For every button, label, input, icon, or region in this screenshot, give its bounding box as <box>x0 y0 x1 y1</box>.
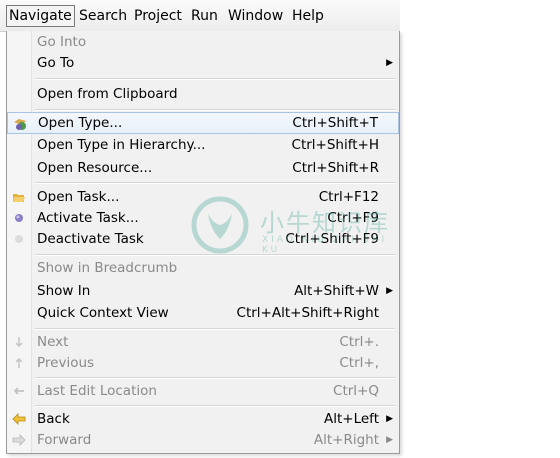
forward-arrow-icon <box>12 433 26 447</box>
open-type-hierarchy-label: Open Type in Hierarchy... <box>37 137 206 153</box>
open-type-hierarchy-shortcut: Ctrl+Shift+H <box>291 137 379 153</box>
submenu-arrow-icon: ▶ <box>386 286 393 296</box>
submenu-arrow-icon: ▶ <box>386 435 393 445</box>
open-type-shortcut: Ctrl+Shift+T <box>292 115 378 131</box>
quick-context-view-label: Quick Context View <box>37 305 169 321</box>
back-shortcut: Alt+Left <box>324 411 379 427</box>
menu-separator <box>35 405 395 407</box>
menu-item-open-resource[interactable]: Open Resource... Ctrl+Shift+R <box>7 157 399 179</box>
show-in-label: Show In <box>37 283 91 299</box>
go-into-label: Go Into <box>37 34 87 50</box>
go-to-label: Go To <box>37 55 75 71</box>
menu-item-go-into[interactable]: Go Into <box>7 31 399 53</box>
watermark-logo: 小牛知识库 XIAO NIU ZHI SHI KU <box>190 195 390 265</box>
menu-separator <box>35 182 395 184</box>
next-shortcut: Ctrl+. <box>339 334 379 350</box>
last-edit-location-label: Last Edit Location <box>37 383 157 399</box>
open-task-label: Open Task... <box>37 189 120 205</box>
menu-window[interactable]: Window <box>226 6 285 26</box>
back-label: Back <box>37 411 70 427</box>
forward-label: Forward <box>37 432 92 448</box>
deactivate-task-label: Deactivate Task <box>37 231 144 247</box>
previous-annotation-icon <box>12 356 26 370</box>
activate-task-label: Activate Task... <box>37 210 139 226</box>
menu-separator <box>35 328 395 330</box>
open-resource-shortcut: Ctrl+Shift+R <box>292 160 379 176</box>
next-label: Next <box>37 334 69 350</box>
menu-item-back[interactable]: Back Alt+Left ▶ <box>7 408 399 430</box>
menu-navigate[interactable]: Navigate <box>6 5 75 27</box>
previous-shortcut: Ctrl+, <box>339 355 379 371</box>
show-in-shortcut: Alt+Shift+W <box>294 283 379 299</box>
menu-item-previous[interactable]: Previous Ctrl+, <box>7 352 399 374</box>
last-edit-location-icon <box>12 384 26 398</box>
quick-context-view-shortcut: Ctrl+Alt+Shift+Right <box>236 305 379 321</box>
menu-item-show-in[interactable]: Show In Alt+Shift+W ▶ <box>7 280 399 302</box>
menu-item-last-edit-location[interactable]: Last Edit Location Ctrl+Q <box>7 380 399 402</box>
menu-item-open-from-clipboard[interactable]: Open from Clipboard <box>7 83 399 105</box>
forward-shortcut: Alt+Right <box>313 432 379 448</box>
menu-separator <box>35 109 395 111</box>
menu-separator <box>35 78 395 80</box>
task-circle-icon <box>12 211 26 225</box>
back-arrow-icon <box>12 412 26 426</box>
bull-head-icon <box>191 196 249 254</box>
menu-bar: Navigate Search Project Run Window Help <box>0 0 400 32</box>
menu-search[interactable]: Search <box>77 6 129 26</box>
menu-item-next[interactable]: Next Ctrl+. <box>7 331 399 353</box>
last-edit-location-shortcut: Ctrl+Q <box>333 383 379 399</box>
menu-item-go-to[interactable]: Go To ▶ <box>7 52 399 74</box>
menu-project[interactable]: Project <box>132 6 184 26</box>
menu-help[interactable]: Help <box>290 6 326 26</box>
task-circle-faded-icon <box>12 232 26 246</box>
open-type-icon <box>13 117 27 131</box>
menu-item-open-type-hierarchy[interactable]: Open Type in Hierarchy... Ctrl+Shift+H <box>7 134 399 156</box>
previous-label: Previous <box>37 355 95 371</box>
menu-item-quick-context-view[interactable]: Quick Context View Ctrl+Alt+Shift+Right <box>7 302 399 324</box>
submenu-arrow-icon: ▶ <box>386 414 393 424</box>
open-from-clipboard-label: Open from Clipboard <box>37 86 178 102</box>
show-in-breadcrumb-label: Show in Breadcrumb <box>37 260 178 276</box>
watermark-text: 小牛知识库 <box>260 209 390 237</box>
open-type-label: Open Type... <box>38 115 123 131</box>
menu-separator <box>35 377 395 379</box>
open-resource-label: Open Resource... <box>37 160 153 176</box>
menu-item-forward[interactable]: Forward Alt+Right ▶ <box>7 429 399 451</box>
open-folder-icon <box>12 190 26 204</box>
submenu-arrow-icon: ▶ <box>386 58 393 68</box>
menu-item-open-type[interactable]: Open Type... Ctrl+Shift+T <box>7 112 399 134</box>
watermark-subtext: XIAO NIU ZHI SHI KU <box>262 235 388 255</box>
next-annotation-icon <box>12 335 26 349</box>
menu-run[interactable]: Run <box>189 6 220 26</box>
